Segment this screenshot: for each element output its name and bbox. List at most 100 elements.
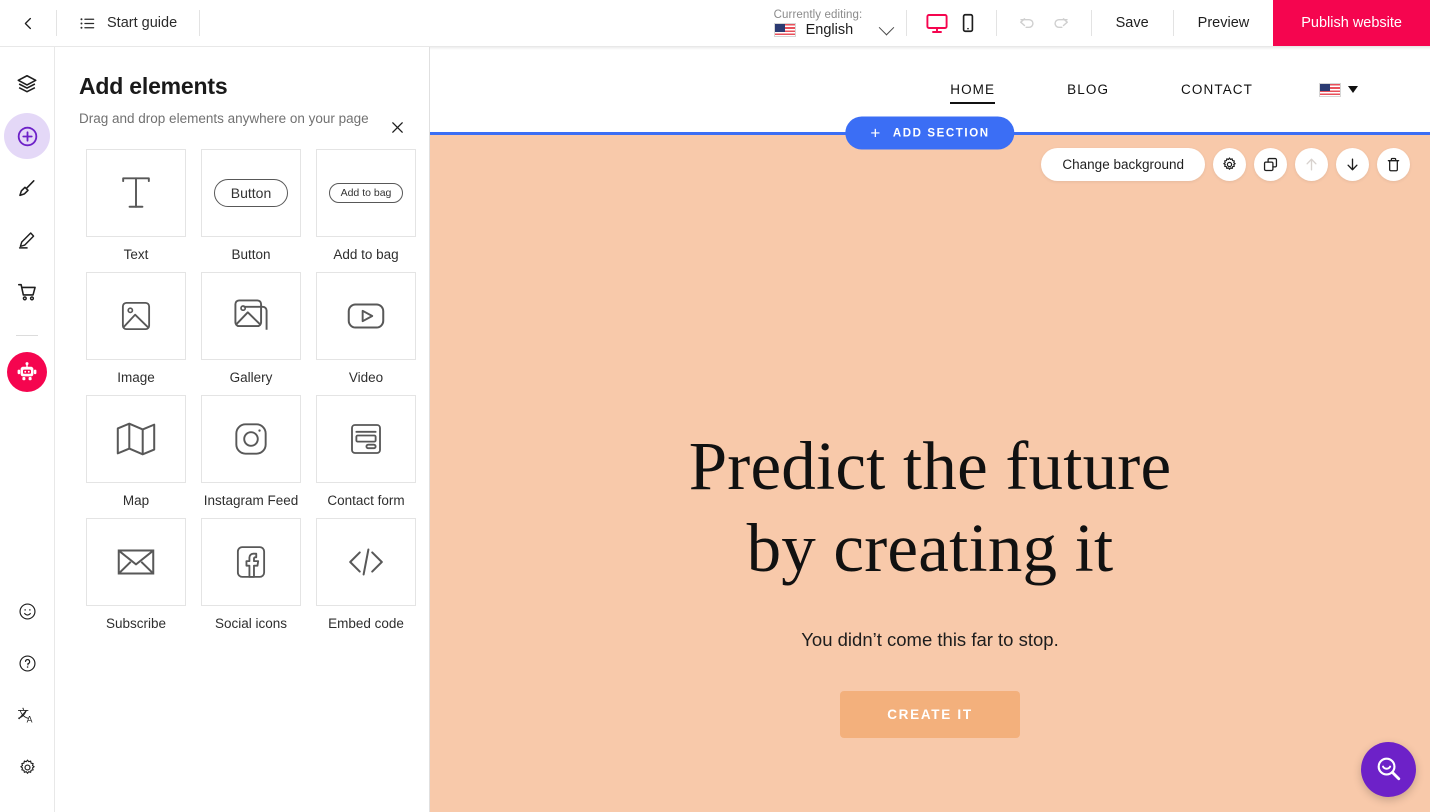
image-icon	[121, 301, 151, 331]
nav-item-contact[interactable]: CONTACT	[1145, 82, 1289, 97]
robot-icon	[17, 362, 37, 381]
hero-title[interactable]: Predict the future by creating it	[689, 425, 1172, 589]
site-language-switcher[interactable]	[1289, 82, 1358, 97]
sidebar-item-feedback[interactable]	[4, 588, 50, 634]
nav-item-blog[interactable]: BLOG	[1031, 82, 1145, 97]
element-item-contact-form[interactable]: Contact form	[309, 395, 423, 508]
hero-cta-button[interactable]: CREATE IT	[840, 690, 1020, 738]
mobile-icon	[962, 13, 973, 33]
element-label: Add to bag	[333, 247, 399, 262]
trash-icon	[1387, 157, 1400, 171]
element-item-map[interactable]: Map	[79, 395, 193, 508]
hero-section[interactable]: Change background Predict the future by …	[430, 134, 1430, 812]
move-section-up-button[interactable]	[1295, 147, 1328, 181]
site-nav: HOME BLOG CONTACT	[914, 82, 1358, 104]
element-item-subscribe[interactable]: Subscribe	[79, 518, 193, 631]
sidebar-item-help[interactable]	[4, 640, 50, 686]
facebook-icon	[236, 546, 266, 578]
delete-section-button[interactable]	[1377, 147, 1410, 181]
element-tile[interactable]	[86, 395, 186, 483]
element-tile[interactable]	[201, 518, 301, 606]
element-tile[interactable]	[316, 518, 416, 606]
close-panel-button[interactable]	[387, 117, 407, 137]
element-tile[interactable]	[316, 395, 416, 483]
gear-icon	[19, 759, 35, 774]
move-section-down-button[interactable]	[1336, 147, 1369, 181]
plus-icon: +	[870, 123, 882, 143]
gear-icon	[1223, 156, 1236, 170]
desktop-icon	[926, 14, 948, 33]
element-label: Contact form	[327, 493, 405, 508]
map-icon	[116, 422, 156, 456]
desktop-view-button[interactable]	[925, 11, 949, 35]
element-item-video[interactable]: Video	[309, 272, 423, 385]
pencil-icon	[18, 232, 35, 249]
paintbrush-icon	[19, 180, 35, 197]
plus-circle-icon	[17, 126, 37, 146]
element-item-image[interactable]: Image	[79, 272, 193, 385]
history-controls	[997, 0, 1091, 46]
preview-button[interactable]: Preview	[1174, 0, 1274, 46]
sidebar-item-add-elements[interactable]	[4, 113, 50, 159]
instagram-icon	[235, 423, 267, 455]
close-icon	[391, 121, 403, 133]
sidebar-item-design[interactable]	[4, 165, 50, 211]
hero-title-line-2: by creating it	[746, 509, 1114, 586]
section-settings-button[interactable]	[1213, 147, 1246, 181]
sidebar-item-translate[interactable]: 文 A	[4, 692, 50, 738]
element-item-gallery[interactable]: Gallery	[194, 272, 308, 385]
question-circle-icon	[18, 654, 36, 672]
publish-website-button[interactable]: Publish website	[1273, 0, 1430, 46]
ai-assistant-button[interactable]	[7, 352, 47, 392]
us-flag-icon	[1319, 82, 1341, 97]
element-item-embed-code[interactable]: Embed code	[309, 518, 423, 631]
sidebar-item-settings[interactable]	[4, 744, 50, 790]
redo-button[interactable]	[1051, 13, 1071, 33]
start-guide-button[interactable]: Start guide	[57, 0, 199, 46]
sidebar-item-store[interactable]	[4, 269, 50, 315]
element-tile[interactable]	[86, 272, 186, 360]
undo-button[interactable]	[1017, 13, 1037, 33]
sidebar-item-edit[interactable]	[4, 217, 50, 263]
nav-item-home[interactable]: HOME	[914, 82, 1031, 104]
element-item-instagram-feed[interactable]: Instagram Feed	[194, 395, 308, 508]
smiley-icon	[18, 602, 36, 620]
element-label: Button	[231, 247, 271, 262]
language-selector[interactable]: Currently editing: English	[756, 0, 906, 46]
contact-form-icon	[351, 424, 381, 454]
element-item-social-icons[interactable]: Social icons	[194, 518, 308, 631]
element-label: Subscribe	[105, 616, 167, 631]
element-tile[interactable]	[86, 149, 186, 237]
element-item-text[interactable]: Text	[79, 149, 193, 262]
add-section-button[interactable]: + ADD SECTION	[845, 116, 1015, 150]
section-toolbar: Change background	[1041, 147, 1410, 181]
panel-title: Add elements	[79, 73, 228, 99]
element-tile[interactable]: Button	[201, 149, 301, 237]
element-label: Gallery	[229, 370, 273, 385]
element-tile[interactable]	[201, 272, 301, 360]
element-tile[interactable]	[201, 395, 301, 483]
change-background-button[interactable]: Change background	[1041, 147, 1205, 181]
video-play-icon	[347, 303, 385, 329]
hero-subtitle[interactable]: You didn’t come this far to stop.	[801, 629, 1058, 651]
element-tile[interactable]: Add to bag	[316, 149, 416, 237]
save-button[interactable]: Save	[1092, 0, 1173, 46]
element-label: Map	[122, 493, 150, 508]
back-button[interactable]	[0, 0, 56, 46]
element-tile[interactable]	[86, 518, 186, 606]
language-caption: Currently editing:	[773, 8, 863, 21]
add-to-bag-pill-icon: Add to bag	[328, 183, 404, 203]
us-flag-icon	[773, 23, 796, 38]
search-smile-icon	[1377, 757, 1400, 781]
cart-icon	[17, 283, 36, 301]
button-pill-icon: Button	[213, 179, 289, 207]
element-tile[interactable]	[316, 272, 416, 360]
element-item-add-to-bag[interactable]: Add to bag Add to bag	[309, 149, 423, 262]
sidebar-item-layers[interactable]	[4, 61, 50, 107]
rail-divider	[16, 335, 38, 336]
support-chat-button[interactable]	[1361, 741, 1416, 797]
duplicate-section-button[interactable]	[1254, 147, 1287, 181]
element-item-button[interactable]: Button Button	[194, 149, 308, 262]
mobile-view-button[interactable]	[958, 12, 978, 34]
